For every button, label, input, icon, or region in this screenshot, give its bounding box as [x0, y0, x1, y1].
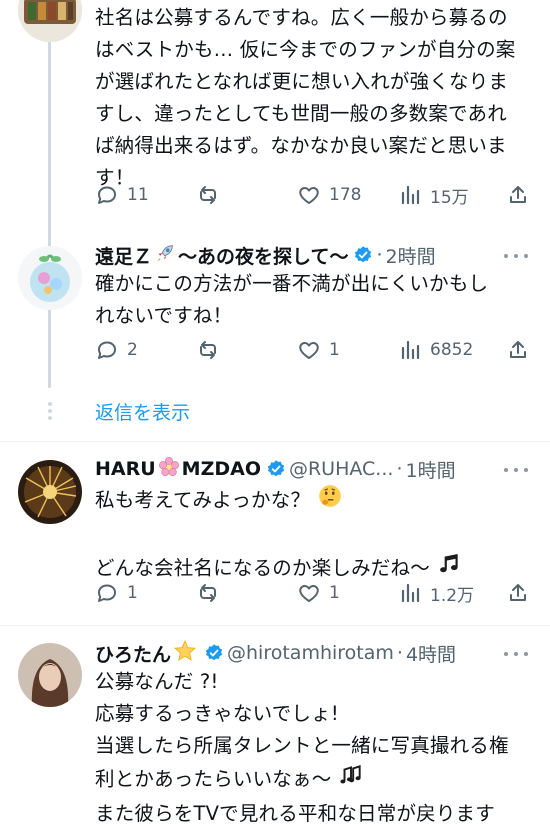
ensoku-text: 確かにこの方法が一番不満が出にくいかもし れないですね！: [95, 268, 488, 332]
user-handle[interactable]: @hirotamhirotam: [227, 642, 394, 664]
views-button[interactable]: 15万: [398, 180, 469, 210]
separator-dot: ·: [396, 642, 403, 664]
avatar-ensoku[interactable]: [18, 246, 82, 310]
reply-count: 2: [127, 340, 138, 360]
tweet-line: が選ばれたとなれば更に想い入れが強くなりま: [95, 70, 509, 93]
like-count: 1: [329, 583, 340, 603]
heart-icon: [299, 187, 319, 204]
retweet-icon: [200, 584, 216, 602]
like-button[interactable]: 1: [297, 335, 340, 365]
verified-badge-icon: [353, 245, 373, 265]
ensoku-header: 遠足Ｚ ～あの夜を探して～ · 2時間: [95, 240, 436, 270]
avatar-haru[interactable]: [18, 460, 82, 524]
tweet-top-text: 社名は公募するんですね。広く一般から募るの はベストかも… 仮に今までのファンが…: [95, 2, 516, 194]
display-name-suffix[interactable]: ～あの夜を探して～: [178, 242, 348, 269]
retweet-button[interactable]: [196, 180, 228, 210]
reply-icon: [98, 341, 116, 359]
hiro-text: 公募なんだ ?! 応募するっきゃないでしょ! 当選したら所属タレントと一緒に写真…: [95, 666, 509, 830]
share-icon: [510, 186, 526, 203]
reply-button[interactable]: 2: [95, 335, 138, 365]
tweet-line-text: 私も考えてみよっかな？: [95, 488, 311, 512]
more-options-icon[interactable]: [504, 466, 528, 474]
tweet-line-text: どんな会社名になるのか楽しみだね～: [95, 556, 430, 580]
tweet-line: 社名は公募するんですね。広く一般から募るの: [95, 6, 508, 29]
rocket-icon: [154, 242, 176, 269]
hiro-header: ひろたん @hirotamhirotam · 4時間: [95, 638, 456, 668]
tweet-line: 応募するっきゃないでしょ!: [95, 702, 339, 725]
more-options-icon[interactable]: [504, 650, 528, 658]
reply-button[interactable]: 1: [95, 578, 138, 608]
avatar-top[interactable]: [18, 0, 82, 42]
display-name[interactable]: 遠足Ｚ: [95, 242, 152, 269]
reply-count: 11: [127, 185, 149, 205]
user-handle[interactable]: @RUHAC...: [289, 458, 393, 480]
views-count: 6852: [430, 340, 474, 360]
cherry-blossom-icon: [158, 456, 180, 483]
haru-text: 私も考えてみよっかな？ どんな会社名になるのか楽しみだね～: [95, 483, 462, 587]
tweet-line: れないですね！: [95, 304, 233, 327]
reply-icon: [98, 186, 116, 204]
heart-icon: [299, 585, 319, 602]
verified-badge-icon: [204, 643, 224, 663]
reply-count: 1: [127, 583, 138, 603]
reply-icon: [98, 584, 116, 602]
tweet-line: ば納得出来るはず。なかなか良い案だと思いま: [95, 134, 507, 157]
like-button[interactable]: 1: [297, 578, 340, 608]
share-icon: [510, 584, 526, 601]
display-name[interactable]: HARU: [95, 458, 156, 480]
retweet-button[interactable]: [196, 335, 228, 365]
timestamp[interactable]: 2時間: [386, 242, 436, 269]
divider: [0, 441, 550, 442]
divider: [0, 625, 550, 626]
timestamp[interactable]: 1時間: [405, 456, 455, 483]
like-count: 1: [329, 340, 340, 360]
tweet-line: 確かにこの方法が一番不満が出にくいかもし: [95, 272, 489, 295]
more-options-icon[interactable]: [504, 252, 528, 260]
display-name[interactable]: ひろたん: [95, 640, 171, 667]
like-count: 178: [329, 185, 362, 205]
views-button[interactable]: 6852: [398, 335, 473, 365]
retweet-icon: [200, 186, 216, 204]
tweet-line: はベストかも… 仮に今までのファンが自分の案: [95, 38, 516, 61]
share-button[interactable]: [506, 180, 538, 210]
thread-line: [48, 38, 51, 388]
share-button[interactable]: [506, 335, 538, 365]
avatar-hiro[interactable]: [18, 643, 82, 707]
star-icon: [173, 639, 197, 668]
show-replies-link[interactable]: 返信を表示: [95, 399, 190, 427]
views-icon: [401, 583, 420, 603]
haru-header: HARU MZDAO @RUHAC... · 1時間: [95, 454, 456, 484]
separator-dot: ·: [396, 458, 403, 480]
music-notes-icon: [338, 762, 364, 798]
heart-icon: [299, 342, 319, 359]
retweet-button[interactable]: [196, 578, 228, 608]
retweet-icon: [200, 341, 216, 359]
tweet-line-text: 利とかあったらいいなぁ～: [95, 767, 332, 791]
views-count: 1.2万: [430, 585, 475, 606]
tweet-line: 公募なんだ ?!: [95, 670, 219, 693]
views-button[interactable]: 1.2万: [398, 578, 474, 608]
views-count: 15万: [430, 187, 469, 208]
display-name-suffix[interactable]: MZDAO: [182, 458, 261, 480]
separator-dot: ·: [376, 244, 383, 266]
timestamp[interactable]: 4時間: [406, 640, 456, 667]
tweet-line: 利とかあったらいいなぁ～: [95, 762, 509, 798]
views-icon: [401, 185, 420, 205]
thread-dots-icon: [47, 402, 52, 422]
share-icon: [510, 341, 526, 358]
tweet-line: 当選したら所属タレントと一緒に写真撮れる権: [95, 734, 509, 757]
tweet-line: また彼らをTVで見れる平和な日常が戻ります: [95, 802, 495, 825]
share-button[interactable]: [506, 578, 538, 608]
like-button[interactable]: 178: [297, 180, 361, 210]
views-icon: [401, 340, 420, 360]
verified-badge-icon: [266, 459, 286, 479]
thinking-face-icon: [317, 483, 343, 519]
tweet-line: すし、違ったとしても世間一般の多数案であれ: [95, 102, 507, 125]
reply-button[interactable]: 11: [95, 180, 149, 210]
tweet-line: 私も考えてみよっかな？: [95, 483, 462, 519]
